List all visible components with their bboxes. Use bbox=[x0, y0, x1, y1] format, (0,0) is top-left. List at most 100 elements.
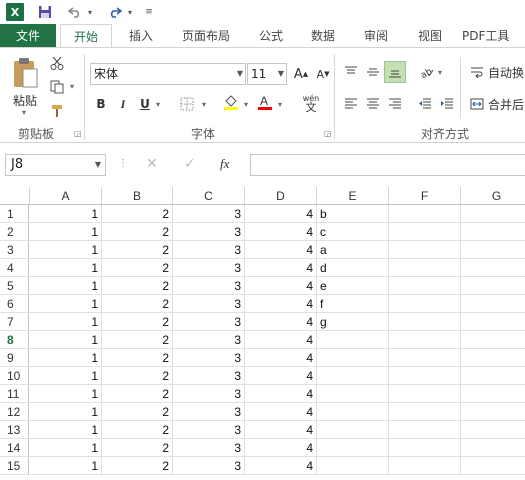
italic-button[interactable]: I bbox=[112, 93, 134, 115]
table-cell[interactable] bbox=[461, 385, 525, 403]
row-header[interactable]: 15 bbox=[0, 457, 29, 475]
table-cell[interactable]: 1 bbox=[30, 241, 102, 259]
tab-data[interactable]: 数据 bbox=[300, 24, 346, 48]
table-cell[interactable] bbox=[461, 439, 525, 457]
undo-dropdown-icon[interactable]: ▾ bbox=[86, 3, 94, 21]
table-cell[interactable]: 3 bbox=[173, 439, 245, 457]
name-box[interactable]: J8 ▼ bbox=[5, 154, 106, 176]
spreadsheet-grid[interactable]: ABCDEFG11234b21234c31234a41234d51234e612… bbox=[0, 187, 525, 480]
orientation-dropdown-icon[interactable]: ▾ bbox=[438, 68, 442, 77]
font-name-select[interactable]: 宋体 ▼ bbox=[90, 63, 246, 85]
underline-dropdown-icon[interactable]: ▾ bbox=[156, 100, 160, 109]
table-cell[interactable] bbox=[317, 403, 389, 421]
copy-icon[interactable] bbox=[46, 76, 68, 98]
table-cell[interactable]: 3 bbox=[173, 241, 245, 259]
table-cell[interactable] bbox=[461, 223, 525, 241]
row-header[interactable]: 10 bbox=[0, 367, 29, 385]
table-cell[interactable] bbox=[461, 295, 525, 313]
table-cell[interactable] bbox=[461, 403, 525, 421]
table-cell[interactable] bbox=[389, 259, 461, 277]
phonetic-guide-icon[interactable]: wén 文 bbox=[298, 90, 324, 116]
row-header[interactable]: 9 bbox=[0, 349, 29, 367]
table-cell[interactable]: 1 bbox=[30, 367, 102, 385]
table-cell[interactable] bbox=[461, 367, 525, 385]
tab-pdf-tools[interactable]: PDF工具 bbox=[462, 24, 525, 48]
table-cell[interactable] bbox=[461, 331, 525, 349]
column-header-e[interactable]: E bbox=[317, 187, 389, 205]
row-header[interactable]: 14 bbox=[0, 439, 29, 457]
table-cell[interactable]: 2 bbox=[102, 331, 173, 349]
table-cell[interactable] bbox=[461, 313, 525, 331]
table-cell[interactable]: 1 bbox=[30, 223, 102, 241]
confirm-entry-icon[interactable]: ✓ bbox=[184, 156, 196, 172]
table-cell[interactable]: 4 bbox=[245, 457, 317, 475]
insert-function-icon[interactable]: fx bbox=[220, 156, 229, 172]
table-cell[interactable]: 4 bbox=[245, 439, 317, 457]
table-cell[interactable]: 4 bbox=[245, 331, 317, 349]
table-cell[interactable] bbox=[389, 241, 461, 259]
paste-icon[interactable] bbox=[10, 56, 40, 90]
fill-color-dropdown-icon[interactable]: ▾ bbox=[244, 100, 248, 109]
table-cell[interactable]: 1 bbox=[30, 259, 102, 277]
column-header-d[interactable]: D bbox=[245, 187, 317, 205]
table-cell[interactable]: 3 bbox=[173, 385, 245, 403]
table-cell[interactable] bbox=[389, 277, 461, 295]
table-cell[interactable] bbox=[389, 331, 461, 349]
table-cell[interactable]: 3 bbox=[173, 403, 245, 421]
table-cell[interactable]: d bbox=[317, 259, 389, 277]
table-cell[interactable]: 3 bbox=[173, 349, 245, 367]
align-top-icon[interactable] bbox=[340, 61, 362, 83]
font-color-dropdown-icon[interactable]: ▾ bbox=[278, 100, 282, 109]
table-cell[interactable]: 3 bbox=[173, 331, 245, 349]
row-header[interactable]: 13 bbox=[0, 421, 29, 439]
redo-dropdown-icon[interactable]: ▾ bbox=[126, 3, 134, 21]
table-cell[interactable]: a bbox=[317, 241, 389, 259]
table-cell[interactable]: 4 bbox=[245, 295, 317, 313]
table-cell[interactable] bbox=[461, 277, 525, 295]
tab-formulas[interactable]: 公式 bbox=[248, 24, 294, 48]
table-cell[interactable] bbox=[389, 385, 461, 403]
bold-button[interactable]: B bbox=[90, 93, 112, 115]
table-cell[interactable] bbox=[317, 421, 389, 439]
select-all-corner[interactable] bbox=[0, 187, 30, 205]
table-cell[interactable]: 1 bbox=[30, 439, 102, 457]
table-cell[interactable] bbox=[461, 457, 525, 475]
table-cell[interactable]: 1 bbox=[30, 295, 102, 313]
font-color-icon[interactable]: A bbox=[254, 91, 276, 113]
align-middle-icon[interactable] bbox=[362, 61, 384, 83]
wrap-text-button[interactable]: 自动换 bbox=[488, 63, 525, 81]
decrease-font-size-icon[interactable]: A ▼ bbox=[312, 63, 334, 85]
tab-view[interactable]: 视图 bbox=[406, 24, 454, 48]
decrease-indent-icon[interactable] bbox=[414, 93, 436, 115]
table-cell[interactable]: b bbox=[317, 205, 389, 223]
align-center-icon[interactable] bbox=[362, 93, 384, 115]
increase-font-size-icon[interactable]: A ▲ bbox=[290, 63, 312, 85]
table-cell[interactable]: 2 bbox=[102, 457, 173, 475]
table-cell[interactable] bbox=[461, 259, 525, 277]
table-cell[interactable]: 3 bbox=[173, 295, 245, 313]
undo-icon[interactable] bbox=[66, 3, 84, 21]
table-cell[interactable]: 2 bbox=[102, 439, 173, 457]
column-header-b[interactable]: B bbox=[102, 187, 173, 205]
row-header[interactable]: 5 bbox=[0, 277, 29, 295]
table-cell[interactable]: 3 bbox=[173, 223, 245, 241]
row-header[interactable]: 3 bbox=[0, 241, 29, 259]
table-cell[interactable]: 4 bbox=[245, 421, 317, 439]
row-header[interactable]: 7 bbox=[0, 313, 29, 331]
table-cell[interactable]: 3 bbox=[173, 457, 245, 475]
row-header[interactable]: 6 bbox=[0, 295, 29, 313]
table-cell[interactable] bbox=[389, 205, 461, 223]
tab-file[interactable]: 文件 bbox=[0, 24, 56, 48]
fill-color-icon[interactable] bbox=[220, 91, 242, 113]
table-cell[interactable]: 2 bbox=[102, 223, 173, 241]
row-header[interactable]: 2 bbox=[0, 223, 29, 241]
orientation-icon[interactable]: ab bbox=[416, 61, 438, 83]
formula-input[interactable] bbox=[250, 154, 525, 176]
table-cell[interactable]: 1 bbox=[30, 385, 102, 403]
font-size-select[interactable]: 11 ▼ bbox=[247, 63, 287, 85]
table-cell[interactable] bbox=[461, 349, 525, 367]
column-header-g[interactable]: G bbox=[461, 187, 525, 205]
table-cell[interactable]: 2 bbox=[102, 205, 173, 223]
table-cell[interactable]: 1 bbox=[30, 277, 102, 295]
table-cell[interactable] bbox=[389, 295, 461, 313]
